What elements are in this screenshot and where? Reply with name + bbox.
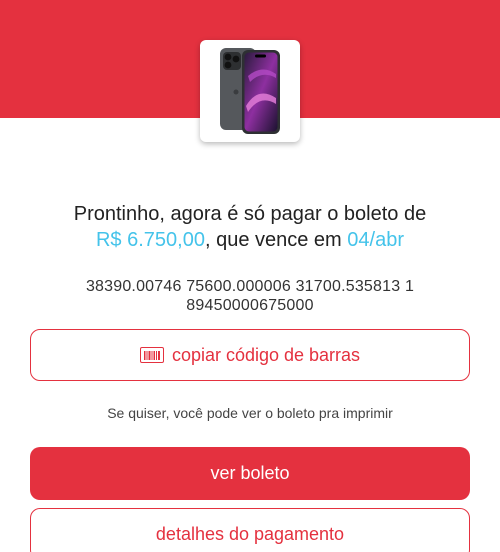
phone-image [220,48,280,134]
amount-value: R$ 6.750,00 [95,229,205,251]
message-text: Prontinho, agora é só pagar o boleto de [73,203,427,225]
barcode-line-1: 38390.00746 75600.000006 31700.535813 1 [85,278,415,295]
view-boleto-label: ver boleto [210,463,290,483]
product-card [200,40,300,142]
payment-message: Prontinho, agora é só pagar o boleto de … [20,201,480,253]
payment-details-button[interactable]: detalhes do pagamento [30,508,470,552]
message-text-middle: , que vence em [204,229,342,251]
payment-details-label: detalhes do pagamento [155,523,345,544]
barcode-icon [139,347,164,363]
due-date: 04/abr [347,229,404,251]
barcode-line-2: 89450000675000 [186,297,314,314]
copy-barcode-label: copiar código de barras [171,344,361,365]
barcode-number: 38390.00746 75600.000006 31700.535813 1 … [40,277,460,315]
copy-barcode-button[interactable]: copiar código de barras [30,329,470,381]
print-hint: Se quiser, você pode ver o boleto pra im… [107,405,393,421]
view-boleto-button[interactable]: ver boleto [30,447,470,500]
